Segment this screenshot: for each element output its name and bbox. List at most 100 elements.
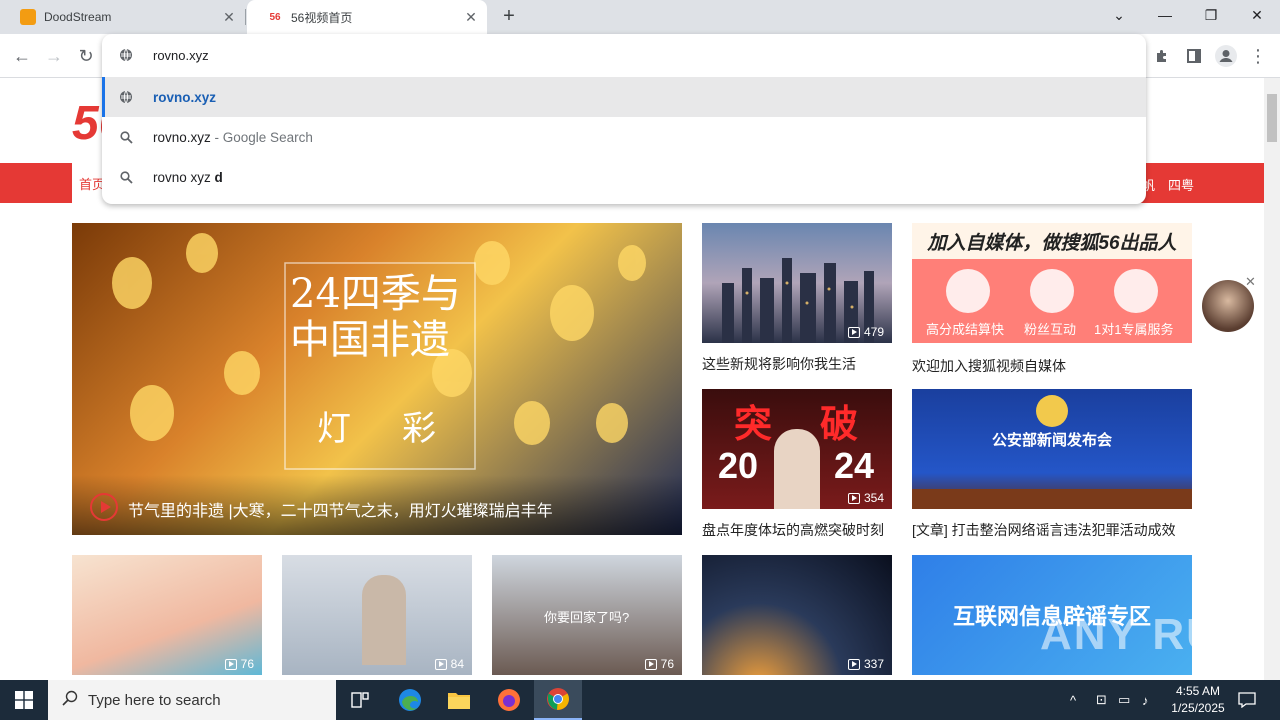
reload-icon[interactable]: ↻: [72, 42, 100, 70]
person-figure: [362, 575, 406, 665]
scrollbar-thumb[interactable]: [1267, 94, 1277, 142]
windows-start-icon[interactable]: [0, 680, 48, 720]
forward-arrow-icon[interactable]: →: [40, 42, 68, 70]
tab-strip: DoodStream ✕ 56 56视频首页 ✕ + ⌄ — ❐ ✕: [0, 0, 1280, 34]
extensions-puzzle-icon[interactable]: [1148, 42, 1176, 70]
ad-item: 粉丝互动: [1024, 322, 1077, 337]
overlay-text: 破: [820, 404, 859, 446]
chat-bubble-icon: [1030, 269, 1074, 313]
suggestion-text: rovno xyz d: [153, 170, 223, 185]
taskbar-search-placeholder: Type here to search: [88, 691, 221, 709]
new-tab-button[interactable]: +: [497, 5, 521, 29]
notification-center-icon[interactable]: [1238, 680, 1256, 720]
device-icon[interactable]: ⊡: [1096, 680, 1107, 720]
ad-headline: 加入自媒体，做搜狐56出品人: [912, 223, 1192, 259]
task-view-icon[interactable]: [336, 680, 384, 720]
ad-item: 高分成结算快: [926, 322, 1005, 337]
video-card[interactable]: 76: [72, 555, 262, 675]
video-card[interactable]: 337: [702, 555, 892, 675]
chrome-icon[interactable]: [534, 680, 582, 720]
play-circle-icon[interactable]: [90, 493, 118, 521]
nav-link[interactable]: 四粤: [1168, 175, 1194, 194]
suggestion-suffix: - Google Search: [210, 129, 313, 145]
play-count-icon: [644, 658, 657, 670]
police-banner-title: 公安部新闻发布会: [991, 432, 1112, 449]
hero-subtitle: 灯: [317, 409, 351, 449]
video-card[interactable]: 479: [702, 223, 892, 343]
56-favicon-icon: 56: [269, 11, 281, 23]
suggestion-suffix: d: [214, 169, 223, 185]
hero-caption[interactable]: 节气里的非遗 |大寒，二十四节气之末，用灯火璀璨瑞启丰年: [128, 497, 553, 521]
globe-icon: [118, 89, 134, 105]
show-hidden-icons-chevron-up-icon[interactable]: ^: [1070, 680, 1076, 720]
overlay-text: 你要回家了吗?: [544, 610, 630, 625]
tab-title: 56视频首页: [291, 10, 353, 25]
omnibox-dropdown: rovno.xyz rovno.xyz rovno.xyz - Google S…: [102, 34, 1146, 204]
suggestion-query: rovno.xyz: [153, 129, 211, 145]
tab-56video[interactable]: 56 56视频首页 ✕: [247, 0, 487, 34]
hero-video[interactable]: 24四季与 中国非遗 灯 彩 节气里的非遗 |大寒，二十四节气之末，用灯火璀璨瑞…: [72, 223, 682, 535]
video-card[interactable]: 突 破 20 24 354: [702, 389, 892, 509]
windows-taskbar: Type here to search ^ ⊡ ▭ ♪ 4:55 AM 1/25…: [0, 680, 1280, 720]
ad-circle-icon: [946, 269, 990, 313]
close-tab-icon[interactable]: ✕: [463, 9, 479, 25]
video-card[interactable]: 公安部新闻发布会: [912, 389, 1192, 509]
profile-avatar-icon[interactable]: [1212, 42, 1240, 70]
tab-doodstream[interactable]: DoodStream ✕: [0, 0, 245, 34]
search-icon: [118, 169, 134, 185]
firefox-icon[interactable]: [485, 680, 533, 720]
address-bar[interactable]: rovno.xyz: [102, 34, 1146, 76]
clock-date: 1/25/2025: [1171, 701, 1225, 715]
athlete-figure: [774, 429, 820, 509]
side-panel-icon[interactable]: [1180, 42, 1208, 70]
view-count: 76: [644, 657, 674, 671]
anyrun-watermark: ANY RUN: [1040, 610, 1254, 659]
omnibox-suggestion[interactable]: rovno.xyz: [102, 77, 1146, 117]
police-emblem-icon: [1036, 395, 1068, 427]
menu-kebab-icon[interactable]: ⋮: [1244, 42, 1272, 70]
page-scrollbar[interactable]: [1264, 78, 1280, 680]
view-count: 354: [847, 491, 884, 505]
video-card-caption[interactable]: [文章] 打击整治网络谣言违法犯罪活动成效: [912, 520, 1176, 540]
play-count-icon: [224, 658, 237, 670]
hero-title-line: 中国非遗: [290, 317, 450, 363]
overlay-text: 突: [734, 404, 773, 446]
taskbar-search-box[interactable]: Type here to search: [48, 680, 336, 720]
network-icon[interactable]: ▭: [1118, 680, 1130, 720]
close-tab-icon[interactable]: ✕: [221, 9, 237, 25]
tab-search-chevron-down-icon[interactable]: ⌄: [1096, 0, 1142, 30]
video-card[interactable]: 84: [282, 555, 472, 675]
hero-title-overlay: 24四季与 中国非遗: [290, 271, 461, 363]
omnibox-suggestion[interactable]: rovno xyz d: [102, 157, 1146, 197]
edge-browser-icon[interactable]: [386, 680, 434, 720]
file-explorer-icon[interactable]: [435, 680, 483, 720]
omnibox-suggestion[interactable]: rovno.xyz - Google Search: [102, 117, 1146, 157]
hero-subtitle: 彩: [402, 409, 436, 449]
video-card-caption[interactable]: 这些新规将影响你我生活: [702, 354, 856, 374]
suggestion-text: rovno.xyz: [153, 89, 217, 105]
video-card-caption[interactable]: 盘点年度体坛的高燃突破时刻: [702, 520, 884, 540]
view-count: 479: [847, 325, 884, 339]
back-arrow-icon[interactable]: ←: [8, 42, 36, 70]
users-icon: [1114, 269, 1158, 313]
view-count: 337: [847, 657, 884, 671]
suggestion-text: rovno.xyz - Google Search: [153, 130, 313, 145]
media-ad-banner[interactable]: 加入自媒体，做搜狐56出品人 高分成结算快 粉丝互动 1对1专属服务: [912, 223, 1192, 343]
restore-button[interactable]: ❐: [1188, 0, 1234, 30]
taskbar-clock[interactable]: 4:55 AM 1/25/2025: [1160, 683, 1236, 717]
minimize-button[interactable]: —: [1142, 0, 1188, 30]
video-card[interactable]: 你要回家了吗? 76: [492, 555, 682, 675]
video-card-caption[interactable]: 欢迎加入搜狐视频自媒体: [912, 356, 1066, 376]
close-window-button[interactable]: ✕: [1234, 0, 1280, 30]
view-count: 76: [224, 657, 254, 671]
volume-icon[interactable]: ♪: [1142, 680, 1149, 720]
address-input[interactable]: rovno.xyz: [153, 48, 209, 63]
tab-title: DoodStream: [44, 10, 112, 24]
overlay-text: 20: [718, 445, 759, 486]
search-icon: [62, 690, 78, 710]
close-icon[interactable]: ✕: [1245, 274, 1256, 290]
play-count-icon: [434, 658, 447, 670]
hero-title-line: 24四季与: [290, 271, 461, 317]
search-icon: [118, 129, 134, 145]
table-graphic: [912, 489, 1192, 509]
